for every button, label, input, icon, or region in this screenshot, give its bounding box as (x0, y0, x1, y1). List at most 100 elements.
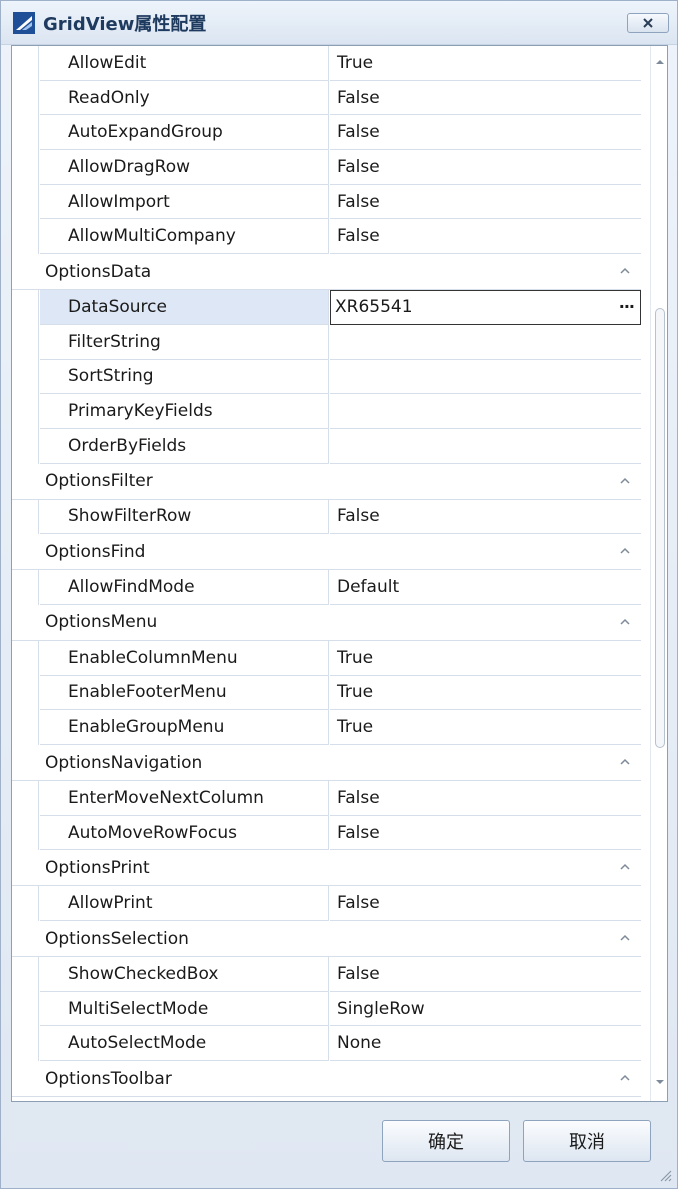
property-value[interactable]: False (330, 150, 641, 185)
property-value[interactable] (330, 360, 641, 395)
property-value[interactable]: False (330, 886, 641, 922)
property-row[interactable]: PrimaryKeyFields (12, 394, 641, 429)
property-name[interactable]: AllowImport (40, 184, 329, 220)
property-name[interactable]: AutoSelectMode (40, 1026, 329, 1062)
property-name[interactable]: ShowCheckedBox (40, 957, 329, 992)
property-name[interactable]: AutoMoveRowFocus (40, 815, 329, 851)
cancel-button[interactable]: 取消 (523, 1120, 651, 1162)
property-value[interactable] (330, 325, 641, 360)
category-row-optionsfilter[interactable]: OptionsFilter (12, 463, 641, 500)
property-row[interactable]: EnableColumnMenu True (12, 640, 641, 676)
property-name[interactable]: EnableGroupMenu (40, 710, 329, 745)
property-name[interactable]: AllowFindMode (40, 570, 329, 605)
property-row[interactable]: MultiSelectMode SingleRow (12, 991, 641, 1027)
chevron-up-icon[interactable] (618, 931, 632, 945)
property-name[interactable]: EnableFooterMenu (40, 675, 329, 711)
property-row[interactable]: AllowEdit True (12, 46, 641, 81)
row-gutter (12, 1026, 39, 1062)
property-row[interactable]: AllowDragRow False (12, 150, 641, 185)
scroll-up-icon[interactable] (655, 58, 665, 66)
property-name[interactable]: AllowMultiCompany (40, 219, 329, 255)
property-row[interactable]: AutoMoveRowFocus False (12, 815, 641, 851)
property-row[interactable]: SortString (12, 359, 641, 395)
property-value[interactable]: True (330, 676, 641, 711)
row-gutter (12, 570, 39, 605)
chevron-up-icon[interactable] (618, 755, 632, 769)
property-value[interactable]: False (330, 81, 641, 116)
property-row[interactable]: EnterMoveNextColumn False (12, 781, 641, 816)
row-gutter (12, 324, 39, 360)
scrollbar-thumb[interactable] (655, 308, 665, 748)
property-value[interactable]: False (330, 219, 641, 255)
ok-button[interactable]: 确定 (382, 1120, 510, 1162)
property-value[interactable]: SingleRow (330, 992, 641, 1027)
resize-grip-icon[interactable] (655, 1165, 673, 1183)
category-row-optionsfind[interactable]: OptionsFind (12, 534, 641, 571)
property-value[interactable]: Default (330, 570, 641, 605)
property-value[interactable] (330, 394, 641, 429)
property-row[interactable]: OrderByFields (12, 428, 641, 464)
property-value[interactable]: False (330, 781, 641, 816)
property-row[interactable]: AllowPrint False (12, 886, 641, 922)
property-value[interactable] (330, 429, 641, 464)
category-row-optionsselection[interactable]: OptionsSelection (12, 921, 641, 958)
chevron-up-icon[interactable] (618, 615, 632, 629)
scroll-down-icon[interactable] (655, 1078, 665, 1086)
chevron-up-icon[interactable] (618, 1071, 632, 1085)
property-row[interactable]: FilterString (12, 324, 641, 360)
property-value[interactable]: False (330, 185, 641, 220)
close-icon (643, 18, 653, 28)
property-value[interactable]: True (330, 641, 641, 676)
property-row[interactable]: ReadOnly False (12, 80, 641, 116)
close-button[interactable] (627, 13, 669, 33)
property-row[interactable]: EnableGroupMenu True (12, 710, 641, 745)
property-row[interactable]: AutoSelectMode None (12, 1026, 641, 1062)
title-bar[interactable]: GridView属性配置 (1, 1, 677, 45)
property-name[interactable]: MultiSelectMode (40, 991, 329, 1027)
chevron-up-icon[interactable] (618, 860, 632, 874)
category-label: OptionsToolbar (45, 1068, 172, 1089)
property-row[interactable]: DataSource XR65541 ··· (12, 290, 641, 325)
row-gutter (12, 80, 39, 116)
property-name[interactable]: EnterMoveNextColumn (40, 781, 329, 816)
property-row[interactable]: AllowFindMode Default (12, 570, 641, 605)
property-value[interactable]: False (330, 115, 641, 151)
property-row[interactable]: AutoExpandGroup False (12, 115, 641, 151)
property-name[interactable]: ShowFilterRow (40, 499, 329, 535)
property-name[interactable]: AllowEdit (40, 46, 329, 81)
property-row[interactable]: AllowMultiCompany False (12, 219, 641, 255)
category-row-optionsmenu[interactable]: OptionsMenu (12, 604, 641, 641)
chevron-up-icon[interactable] (618, 474, 632, 488)
property-name[interactable]: SortString (40, 359, 329, 395)
property-name[interactable]: AllowDragRow (40, 150, 329, 185)
category-row-optionsnavigation[interactable]: OptionsNavigation (12, 745, 641, 781)
property-value[interactable]: False (330, 957, 641, 992)
chevron-up-icon[interactable] (618, 544, 632, 558)
category-row-optionsdata[interactable]: OptionsData (12, 254, 641, 291)
property-row[interactable]: ShowFilterRow False (12, 499, 641, 535)
property-row[interactable]: AllowImport False (12, 184, 641, 220)
category-row-optionstoolbar[interactable]: OptionsToolbar (12, 1061, 641, 1098)
ellipsis-button[interactable]: ··· (619, 297, 635, 316)
property-value[interactable]: True (330, 46, 641, 81)
vertical-scrollbar[interactable] (650, 46, 667, 1101)
row-gutter (12, 499, 39, 535)
property-name[interactable]: DataSource (40, 290, 329, 325)
chevron-up-icon[interactable] (618, 264, 632, 278)
property-name[interactable]: EnableColumnMenu (40, 640, 329, 676)
property-value[interactable]: False (330, 500, 641, 535)
property-row[interactable]: EnableFooterMenu True (12, 675, 641, 711)
property-name[interactable]: FilterString (40, 324, 329, 360)
property-name[interactable]: AutoExpandGroup (40, 115, 329, 151)
category-row-optionsprint[interactable]: OptionsPrint (12, 850, 641, 887)
property-row[interactable]: ShowCheckedBox False (12, 957, 641, 992)
property-rows: AllowEdit True ReadOnly False AutoExpandGrou… (12, 46, 641, 1098)
property-name[interactable]: PrimaryKeyFields (40, 394, 329, 429)
property-value[interactable]: XR65541 ··· (330, 290, 641, 325)
property-name[interactable]: ReadOnly (40, 80, 329, 116)
property-value[interactable]: False (330, 816, 641, 851)
property-name[interactable]: OrderByFields (40, 428, 329, 464)
property-name[interactable]: AllowPrint (40, 886, 329, 922)
property-value[interactable]: None (330, 1026, 641, 1062)
property-value[interactable]: True (330, 710, 641, 745)
